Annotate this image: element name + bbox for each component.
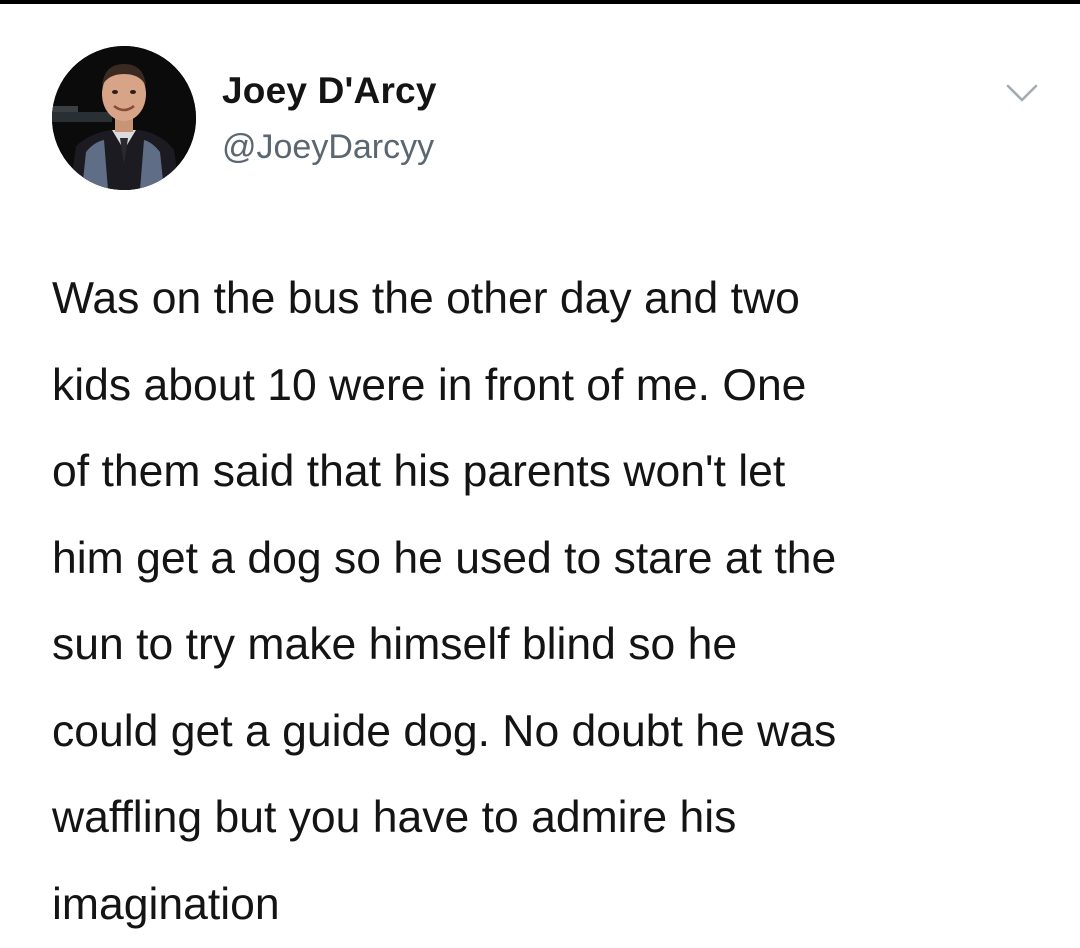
user-handle[interactable]: @JoeyDarcyy [222, 126, 437, 168]
tweet-menu-button[interactable] [1002, 80, 1042, 106]
tweet-text-line: kids about 10 were in front of me. One [52, 343, 1052, 430]
author-block: Joey D'Arcy @JoeyDarcyy [222, 70, 437, 168]
tweet-card: Joey D'Arcy @JoeyDarcyy Was on the bus t… [0, 0, 1080, 945]
profile-photo-icon [52, 46, 196, 190]
tweet-text-line: sun to try make himself blind so he [52, 602, 1052, 689]
tweet-text-line: of them said that his parents won't let [52, 429, 1052, 516]
display-name[interactable]: Joey D'Arcy [222, 70, 437, 112]
tweet-text-line: could get a guide dog. No doubt he was [52, 689, 1052, 776]
tweet-text-line: Was on the bus the other day and two [52, 256, 1052, 343]
tweet-text-line: imagination [52, 862, 1052, 948]
tweet-text-line: waffling but you have to admire his [52, 775, 1052, 862]
tweet-text: Was on the bus the other day and two kid… [52, 256, 1052, 948]
avatar[interactable] [52, 46, 196, 190]
chevron-down-icon [1002, 80, 1042, 106]
tweet-text-line: him get a dog so he used to stare at the [52, 516, 1052, 603]
